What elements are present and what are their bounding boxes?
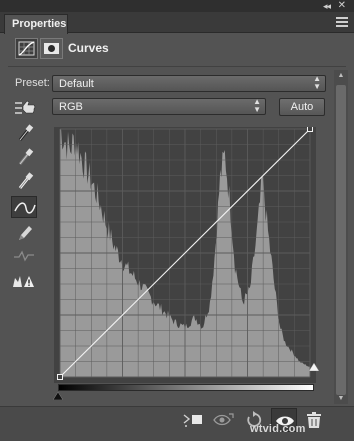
dropdown-arrows-icon: ▲ ▼	[253, 97, 261, 114]
gray-point-eyedropper-icon[interactable]	[11, 146, 37, 168]
clipping-warning-icon[interactable]	[11, 270, 37, 292]
white-input-slider[interactable]	[308, 362, 320, 372]
scrollbar-thumb[interactable]	[336, 85, 346, 395]
white-point-eyedropper-icon[interactable]	[11, 170, 37, 192]
view-previous-state-icon[interactable]	[211, 408, 237, 432]
close-panel-icon[interactable]: ✕	[338, 0, 346, 12]
clip-to-layer-icon[interactable]	[180, 408, 206, 432]
curves-graph-svg[interactable]	[54, 126, 316, 383]
panel-title: Curves	[68, 41, 109, 55]
black-point-eyedropper-icon[interactable]	[11, 122, 37, 144]
curve-point[interactable]	[307, 126, 313, 132]
curve-points-icon[interactable]	[11, 196, 37, 218]
watermark-text: wtvid.com	[250, 423, 306, 435]
tab-properties[interactable]: Properties	[4, 14, 68, 34]
scroll-up-icon[interactable]: ▲	[336, 71, 346, 81]
channel-dropdown[interactable]: RGB ▲ ▼	[52, 98, 266, 115]
curve-point[interactable]	[57, 374, 63, 380]
layer-mask-icon[interactable]	[40, 38, 63, 59]
preset-value: Default	[59, 78, 94, 90]
dropdown-arrows-icon: ▲ ▼	[313, 74, 321, 91]
tab-properties-label: Properties	[12, 18, 67, 30]
header-divider	[8, 66, 346, 67]
curves-adjustment-icon[interactable]	[15, 38, 38, 59]
targeted-adjustment-hand-icon[interactable]	[14, 98, 38, 118]
auto-button[interactable]: Auto	[279, 98, 325, 116]
panel-menu-icon[interactable]	[336, 16, 348, 28]
preset-label: Preset:	[15, 77, 50, 89]
curves-graph[interactable]	[54, 126, 316, 383]
channel-value: RGB	[59, 101, 83, 113]
black-input-slider[interactable]	[52, 391, 64, 401]
panel-tab-bar: Properties	[0, 12, 354, 34]
preset-dropdown[interactable]: Default ▲ ▼	[52, 75, 326, 92]
scroll-down-icon[interactable]: ▼	[336, 394, 346, 404]
collapse-panel-icon[interactable]: ◂◂	[323, 0, 331, 12]
input-gradient-bar	[58, 384, 314, 391]
smooth-curve-icon[interactable]	[11, 245, 37, 267]
pencil-icon[interactable]	[11, 222, 37, 244]
panel-title-strip: ◂◂ ✕	[0, 0, 354, 12]
